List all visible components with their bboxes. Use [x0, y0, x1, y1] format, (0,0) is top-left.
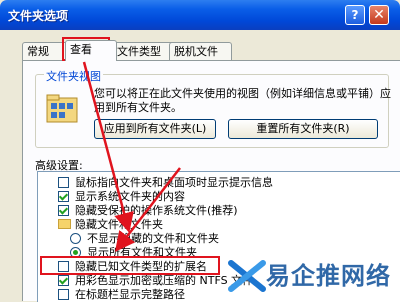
- folder-view-title: 文件夹视图: [44, 68, 103, 84]
- help-button[interactable]: ?: [345, 5, 365, 25]
- title-bar: 文件夹选项 ? ✕: [0, 0, 400, 30]
- watermark-text: 易企推网络: [266, 261, 391, 290]
- checkbox[interactable]: [58, 177, 69, 188]
- radio-button[interactable]: [70, 233, 81, 244]
- list-item-label: 不显示隐藏的文件和文件夹: [87, 232, 219, 245]
- folder-view-description: 您可以将正在此文件夹使用的视图（例如详细信息或平铺）应用到所有文件夹。: [94, 87, 391, 114]
- reset-all-folders-button[interactable]: 重置所有文件夹(R): [228, 119, 378, 139]
- tab-offline-files[interactable]: 脱机文件: [169, 42, 232, 60]
- list-item-label: 隐藏文件和文件夹: [75, 218, 163, 231]
- checkbox[interactable]: [58, 191, 69, 202]
- close-button[interactable]: ✕: [369, 5, 389, 25]
- list-item-label: 鼠标指向文件夹和桌面项时显示提示信息: [75, 176, 273, 189]
- folder-icon: [58, 219, 71, 229]
- list-item-label: 隐藏受保护的操作系统文件(推荐): [75, 204, 238, 217]
- list-item-label: 显示系统文件夹的内容: [75, 190, 185, 203]
- hide-extensions-highlight: [40, 256, 220, 275]
- folder-view-icon: [46, 94, 78, 123]
- window-title: 文件夹选项: [8, 9, 69, 23]
- help-icon: ?: [351, 8, 359, 22]
- checkbox[interactable]: [58, 289, 69, 300]
- apply-to-all-folders-button[interactable]: 应用到所有文件夹(L): [94, 119, 216, 139]
- watermark-logo-icon: [228, 260, 266, 292]
- folder-view-group: 文件夹视图 您可以将正在此文件夹使用的视图（例如详细信息或平铺）应用到所有文件夹…: [35, 68, 391, 148]
- checkbox[interactable]: [58, 205, 69, 216]
- list-item-label: 用彩色显示加密或压缩的 NTFS 文件: [75, 274, 254, 287]
- checkbox[interactable]: [58, 275, 69, 286]
- tab-view[interactable]: 查看: [65, 40, 117, 61]
- tab-file-types[interactable]: 文件类型: [112, 42, 175, 60]
- close-icon: ✕: [373, 7, 385, 23]
